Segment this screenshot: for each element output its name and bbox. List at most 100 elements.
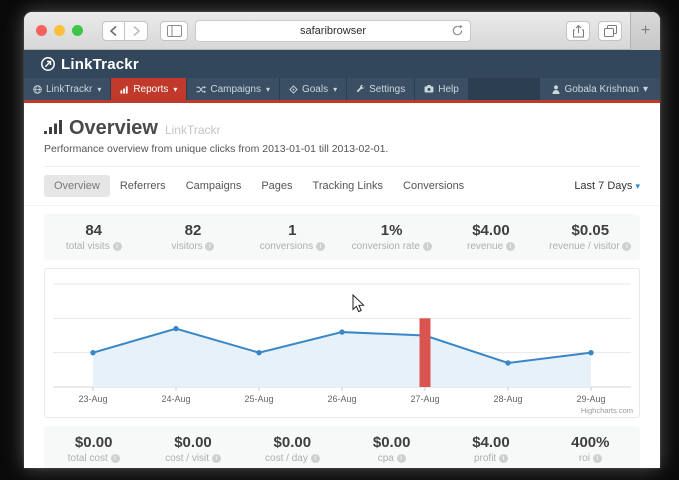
stat-revenue-per-visitor: $0.05 revenue / visitor i	[541, 222, 640, 252]
show-tabs-button[interactable]	[598, 21, 622, 41]
nav-label: Campaigns	[210, 84, 261, 95]
stat-cost-per-visit: $0.00 cost / visit i	[143, 434, 242, 464]
area-chart-plot: 23-Aug24-Aug25-Aug26-Aug27-Aug28-Aug29-A…	[45, 269, 639, 417]
tab-conversions[interactable]: Conversions	[393, 175, 474, 197]
user-menu[interactable]: Gobala Krishnan ▾	[539, 78, 660, 100]
stat-conversion-rate: 1% conversion rate i	[342, 222, 441, 252]
caret-down-icon: ▾	[635, 181, 640, 191]
nav-item-linktrackr[interactable]: LinkTrackr ▾	[24, 78, 111, 100]
nav-item-campaigns[interactable]: Campaigns ▾	[187, 78, 280, 100]
stat-value: 84	[44, 222, 143, 239]
nav-item-help[interactable]: Help	[415, 78, 469, 100]
info-icon[interactable]: i	[212, 454, 221, 463]
nav-label: Reports	[133, 84, 168, 95]
info-icon[interactable]: i	[397, 454, 406, 463]
stat-value: 1	[243, 222, 342, 239]
bar-chart-icon	[120, 85, 129, 94]
close-button[interactable]	[36, 25, 47, 36]
reload-icon	[451, 24, 464, 37]
zoom-button[interactable]	[72, 25, 83, 36]
browser-window: safaribrowser +	[24, 12, 660, 468]
stat-value: $0.00	[44, 434, 143, 451]
stat-roi: 400% roi i	[541, 434, 640, 464]
nav-label: Goals	[302, 84, 328, 95]
caret-down-icon: ▾	[266, 85, 270, 94]
info-icon[interactable]: i	[506, 242, 515, 251]
linktrackr-logo-icon	[40, 56, 56, 72]
stat-profit: $4.00 profit i	[441, 434, 540, 464]
tab-campaigns[interactable]: Campaigns	[176, 175, 252, 197]
info-icon[interactable]: i	[111, 454, 120, 463]
highcharts-credit[interactable]: Highcharts.com	[581, 406, 633, 415]
caret-down-icon: ▾	[643, 84, 648, 95]
tab-referrers[interactable]: Referrers	[110, 175, 176, 197]
report-tabs: Overview Referrers Campaigns Pages Track…	[24, 167, 660, 206]
info-icon[interactable]: i	[205, 242, 214, 251]
tab-overview[interactable]: Overview	[44, 175, 110, 197]
caret-down-icon: ▾	[97, 85, 101, 94]
url-text: safaribrowser	[300, 25, 366, 37]
signal-bars-icon	[44, 119, 62, 134]
info-icon[interactable]: i	[499, 454, 508, 463]
stat-label: profit	[474, 453, 496, 464]
info-icon[interactable]: i	[622, 242, 631, 251]
stat-value: 82	[143, 222, 242, 239]
stat-value: $0.05	[541, 222, 640, 239]
user-icon	[552, 85, 560, 94]
info-icon[interactable]: i	[593, 454, 602, 463]
tab-pages[interactable]: Pages	[251, 175, 302, 197]
svg-text:24-Aug: 24-Aug	[161, 394, 190, 404]
info-icon[interactable]: i	[113, 242, 122, 251]
mouse-cursor	[352, 294, 365, 313]
stat-cost-per-day: $0.00cost / day i	[243, 434, 342, 464]
date-range-dropdown[interactable]: Last 7 Days ▾	[574, 180, 640, 192]
stat-label: cpa	[378, 453, 394, 464]
info-icon[interactable]: i	[423, 242, 432, 251]
nav-item-reports[interactable]: Reports ▾	[111, 78, 187, 100]
nav-item-goals[interactable]: Goals ▾	[280, 78, 347, 100]
stat-cpa: $0.00cpa i	[342, 434, 441, 464]
stat-value: 1%	[342, 222, 441, 239]
share-icon	[573, 25, 584, 38]
stat-label: conversion rate	[352, 241, 420, 252]
info-icon[interactable]: i	[311, 454, 320, 463]
sidebar-toggle-button[interactable]	[160, 21, 188, 41]
minimize-button[interactable]	[54, 25, 65, 36]
stat-value: 400%	[541, 434, 640, 451]
stat-label: total cost	[68, 453, 108, 464]
svg-text:27-Aug: 27-Aug	[410, 394, 439, 404]
svg-text:23-Aug: 23-Aug	[78, 394, 107, 404]
tab-tracking-links[interactable]: Tracking Links	[303, 175, 394, 197]
caret-down-icon: ▾	[333, 85, 337, 94]
stat-value: $0.00	[243, 434, 342, 451]
new-tab-button[interactable]: +	[630, 12, 660, 50]
stat-total-cost: $0.00 total cost i	[44, 434, 143, 464]
info-icon[interactable]: i	[316, 242, 325, 251]
reload-button[interactable]	[451, 24, 464, 40]
page-head: Overview LinkTrackr Performance overview…	[24, 103, 660, 167]
browser-titlebar: safaribrowser +	[24, 12, 660, 50]
clicks-chart[interactable]: 23-Aug24-Aug25-Aug26-Aug27-Aug28-Aug29-A…	[44, 268, 640, 418]
wrench-icon	[356, 85, 365, 94]
stat-label: roi	[579, 453, 590, 464]
stat-label: cost / visit	[165, 453, 209, 464]
address-bar[interactable]: safaribrowser	[195, 20, 471, 42]
stat-label: total visits	[66, 241, 110, 252]
svg-text:29-Aug: 29-Aug	[576, 394, 605, 404]
page-subtitle: Performance overview from unique clicks …	[44, 143, 640, 156]
nav-label: LinkTrackr	[46, 84, 92, 95]
share-button[interactable]	[566, 21, 590, 41]
page-title-suffix: LinkTrackr	[165, 123, 221, 137]
svg-text:26-Aug: 26-Aug	[327, 394, 356, 404]
stat-value: $0.00	[143, 434, 242, 451]
stat-value: $4.00	[441, 434, 540, 451]
forward-button[interactable]	[125, 21, 148, 41]
brand-logo[interactable]: LinkTrackr	[40, 56, 139, 73]
svg-text:28-Aug: 28-Aug	[493, 394, 522, 404]
nav-label: Help	[438, 84, 459, 95]
nav-item-settings[interactable]: Settings	[347, 78, 415, 100]
back-button[interactable]	[102, 21, 125, 41]
stat-label: revenue / visitor	[549, 241, 620, 252]
stat-label: revenue	[467, 241, 503, 252]
nav-label: Settings	[369, 84, 405, 95]
